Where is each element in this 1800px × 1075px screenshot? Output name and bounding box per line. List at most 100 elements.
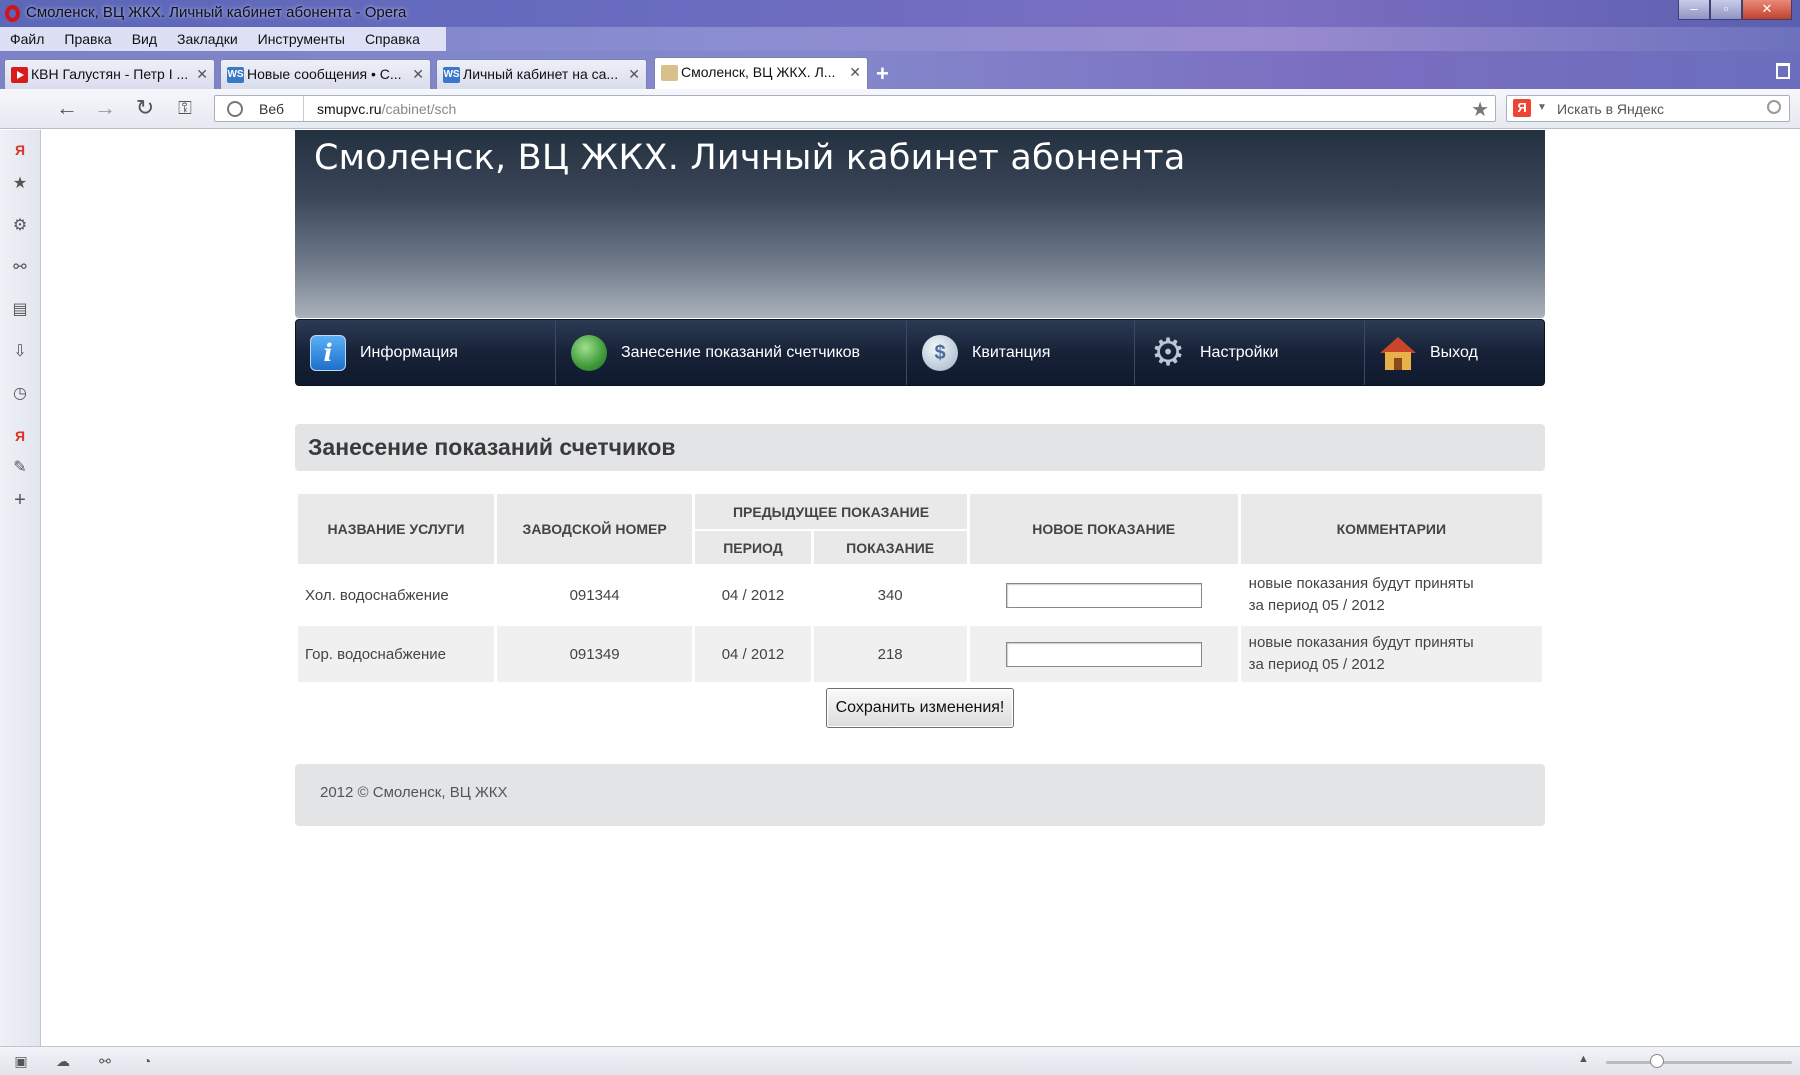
reload-icon[interactable]: ↻ [132, 96, 158, 122]
column-header-previous: ПРЕДЫДУЩЕЕ ПОКАЗАНИЕ [695, 494, 967, 531]
search-icon[interactable] [1767, 100, 1781, 114]
ws-icon: WS [443, 67, 460, 83]
add-panel-icon[interactable]: + [10, 490, 30, 510]
search-box[interactable]: Я ▼ Искать в Яндекс [1506, 95, 1790, 122]
menu-bookmarks[interactable]: Закладки [167, 27, 248, 51]
minimize-button[interactable]: – [1678, 0, 1710, 20]
new-reading-cell [969, 566, 1238, 626]
menu-help[interactable]: Справка [355, 27, 430, 51]
info-icon: i [310, 334, 346, 371]
tools-icon[interactable]: ✎ [10, 458, 30, 478]
ws-icon: WS [227, 67, 244, 83]
address-bar[interactable]: Веб smupvc.ru/cabinet/sch ★ [214, 95, 1496, 122]
previous-reading: 218 [813, 626, 967, 684]
new-reading-input[interactable] [1005, 641, 1202, 667]
column-header-new-reading: НОВОЕ ПОКАЗАНИЕ [969, 494, 1238, 566]
tab-close-icon[interactable]: ✕ [412, 66, 424, 83]
settings-gear-icon[interactable]: ⚙ [10, 216, 30, 236]
tab-bar: КВН Галустян - Петр I ... ✕ WS Новые соо… [0, 51, 1800, 89]
column-header-period: ПЕРИОД [695, 531, 811, 566]
panel-toggle-icon[interactable]: ▣ [12, 1054, 30, 1068]
house-icon [1380, 335, 1416, 371]
table-row: Хол. водоснабжение 091344 04 / 2012 340 … [298, 566, 1542, 626]
navigation-toolbar: ← → ↻ ⚿ Веб smupvc.ru/cabinet/sch ★ Я ▼ … [0, 89, 1800, 129]
column-header-reading: ПОКАЗАНИЕ [813, 531, 967, 566]
search-input[interactable]: Искать в Яндекс [1557, 101, 1664, 117]
nav-label: Занесение показаний счетчиков [621, 343, 861, 361]
unite-icon[interactable]: ⚯ [10, 258, 30, 278]
browser-tab[interactable]: WS Новые сообщения • С... ✕ [220, 59, 431, 89]
browser-tab-active[interactable]: Смоленск, ВЦ ЖКХ. Л... ✕ [654, 57, 868, 89]
menu-tools[interactable]: Инструменты [248, 27, 355, 51]
tab-label: Личный кабинет на са... [463, 66, 619, 82]
tab-close-icon[interactable]: ✕ [196, 66, 208, 83]
yandex-icon[interactable]: Я [1513, 99, 1531, 117]
tab-close-icon[interactable]: ✕ [849, 64, 861, 81]
new-tab-button[interactable]: + [876, 61, 889, 87]
bookmark-star-icon[interactable]: ★ [1471, 97, 1489, 122]
site-footer: 2012 © Смоленск, ВЦ ЖКХ [295, 764, 1545, 826]
menu-view[interactable]: Вид [122, 27, 167, 51]
yandex-panel-icon[interactable]: Я [10, 140, 30, 160]
nav-label: Выход [1430, 343, 1478, 361]
dollar-coin-icon: $ [922, 334, 958, 371]
downloads-icon[interactable]: ⇩ [10, 342, 30, 362]
maximize-button[interactable]: ▫ [1710, 0, 1742, 20]
speed-dial-icon[interactable]: ◔ [138, 1054, 156, 1068]
green-ball-icon [571, 334, 607, 371]
side-panel: Я ★ ⚙ ⚯ ▤ ⇩ ◷ Я ✎ + [0, 130, 41, 1046]
new-reading-input[interactable] [1005, 582, 1202, 608]
forward-arrow-icon[interactable]: → [92, 96, 118, 122]
tab-label: Новые сообщения • С... [247, 66, 402, 82]
tab-label: КВН Галустян - Петр I ... [31, 66, 189, 82]
service-name: Гор. водоснабжение [298, 626, 494, 684]
notes-icon[interactable]: ▤ [10, 300, 30, 320]
back-arrow-icon[interactable]: ← [54, 96, 80, 122]
address-mode-label: Веб [259, 101, 284, 117]
browser-tab[interactable]: WS Личный кабинет на са... ✕ [436, 59, 647, 89]
nav-item-meter-readings[interactable]: Занесение показаний счетчиков [557, 320, 907, 385]
history-clock-icon[interactable]: ◷ [10, 384, 30, 404]
nav-item-settings[interactable]: ⚙ Настройки [1136, 320, 1365, 385]
close-window-button[interactable]: ✕ [1742, 0, 1792, 20]
turbo-cloud-icon[interactable]: ☁ [54, 1054, 72, 1068]
zoom-slider[interactable] [1606, 1061, 1792, 1064]
nav-item-receipt[interactable]: $ Квитанция [908, 320, 1135, 385]
coat-of-arms-icon [661, 65, 678, 81]
nav-item-info[interactable]: i Информация [296, 320, 556, 385]
nav-item-logout[interactable]: Выход [1366, 320, 1544, 385]
serial-number: 091349 [496, 626, 693, 684]
nav-label: Квитанция [972, 343, 1051, 361]
tab-label: Смоленск, ВЦ ЖКХ. Л... [681, 64, 836, 80]
serial-number: 091344 [496, 566, 693, 626]
site-navbar: i Информация Занесение показаний счетчик… [295, 319, 1545, 386]
browser-tab[interactable]: КВН Галустян - Петр I ... ✕ [4, 59, 215, 89]
previous-period: 04 / 2012 [695, 566, 811, 626]
web-page: Смоленск, ВЦ ЖКХ. Личный кабинет абонент… [41, 130, 1800, 1046]
zoom-slider-handle[interactable] [1650, 1054, 1664, 1068]
chevron-down-icon[interactable]: ▼ [1537, 102, 1547, 113]
menu-bar: Файл Правка Вид Закладки Инструменты Спр… [0, 27, 1800, 51]
tab-close-icon[interactable]: ✕ [628, 66, 640, 83]
save-changes-button[interactable]: Сохранить изменения! [826, 688, 1014, 728]
bookmarks-star-icon[interactable]: ★ [10, 174, 30, 194]
address-url[interactable]: smupvc.ru/cabinet/sch [317, 101, 456, 117]
column-header-serial: ЗАВОДСКОЙ НОМЕР [496, 494, 693, 566]
meter-readings-table: НАЗВАНИЕ УСЛУГИ ЗАВОДСКОЙ НОМЕР ПРЕДЫДУЩ… [295, 494, 1545, 684]
unite-icon[interactable]: ⚯ [96, 1054, 114, 1068]
yandex-panel-icon[interactable]: Я [10, 426, 30, 446]
menu-file[interactable]: Файл [0, 27, 54, 51]
key-icon[interactable]: ⚿ [172, 96, 198, 122]
new-reading-cell [969, 626, 1238, 684]
previous-reading: 340 [813, 566, 967, 626]
service-name: Хол. водоснабжение [298, 566, 494, 626]
copyright-text: 2012 © Смоленск, ВЦ ЖКХ [320, 784, 508, 801]
site-title: Смоленск, ВЦ ЖКХ. Личный кабинет абонент… [314, 138, 1186, 178]
globe-icon [227, 101, 243, 117]
zoom-arrow-icon[interactable]: ▲ [1578, 1053, 1589, 1065]
trash-icon[interactable] [1776, 63, 1790, 79]
column-header-service: НАЗВАНИЕ УСЛУГИ [298, 494, 494, 566]
menu-edit[interactable]: Правка [54, 27, 121, 51]
gear-icon: ⚙ [1150, 331, 1186, 374]
comment: новые показания будут приняты за период 0… [1240, 566, 1542, 626]
